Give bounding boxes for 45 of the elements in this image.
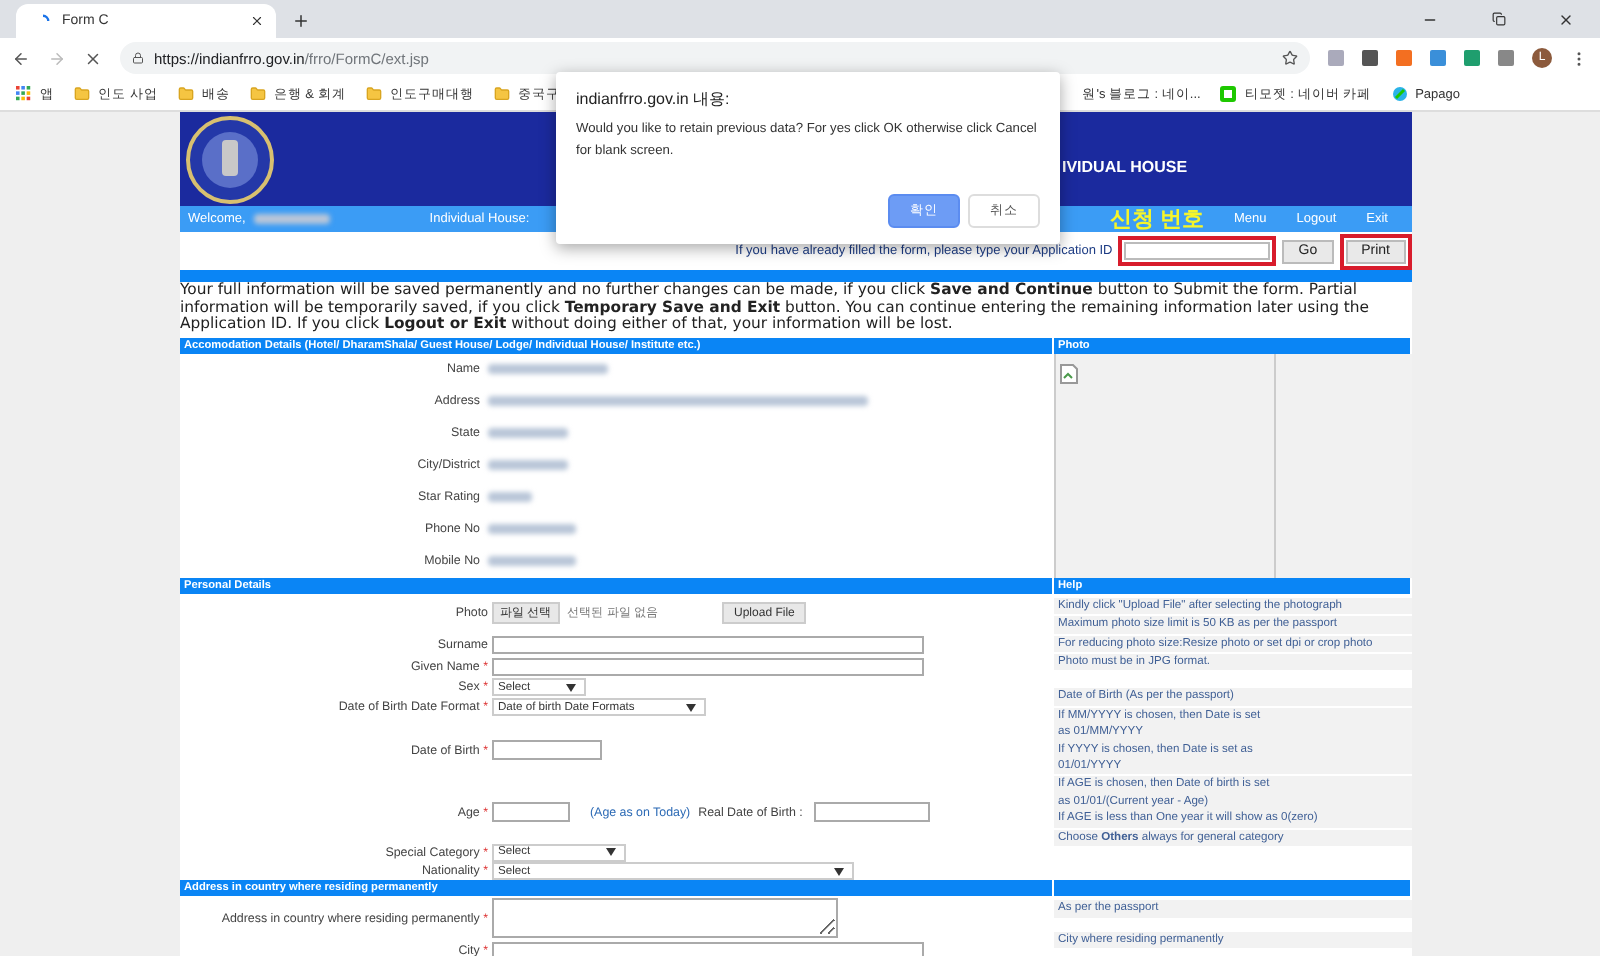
age-field[interactable] [492, 802, 570, 823]
date-field[interactable] [492, 740, 602, 761]
stop-icon[interactable] [84, 49, 102, 67]
close-icon[interactable] [250, 14, 264, 28]
star-icon[interactable] [1282, 50, 1298, 66]
emblem-icon [184, 113, 276, 205]
extension-icon[interactable] [1464, 50, 1480, 66]
close-icon[interactable] [1558, 11, 1574, 27]
folder-icon [249, 86, 266, 102]
restore-icon[interactable] [1491, 12, 1505, 26]
broken-image-icon [1060, 363, 1078, 384]
banner-title: IVIDUAL HOUSE [1062, 158, 1188, 176]
application-id-field[interactable] [1124, 242, 1271, 260]
dropdown-arrow-icon [566, 683, 576, 692]
address-field[interactable] [492, 898, 838, 939]
redacted-value [488, 364, 608, 375]
apps-grid-icon [16, 86, 32, 102]
extension-icon[interactable] [1362, 50, 1378, 66]
dropdown-arrow-icon [834, 867, 844, 876]
text-field[interactable] [492, 942, 924, 956]
lock-icon [132, 52, 144, 64]
dialog-title: indianfrro.gov.in 내용: [576, 88, 732, 110]
dropdown-arrow-icon [606, 848, 616, 857]
redacted-value [488, 492, 532, 503]
redacted-value [488, 524, 576, 535]
extension-icon[interactable] [1328, 50, 1344, 66]
redacted-value [488, 556, 576, 567]
folder-icon [177, 86, 194, 102]
text-field[interactable] [492, 635, 924, 654]
redacted-value [488, 460, 568, 471]
dropdown-arrow-icon [686, 703, 696, 712]
extension-icon[interactable] [1430, 50, 1446, 66]
extension-icon[interactable] [1396, 50, 1412, 66]
text-field[interactable] [492, 657, 924, 676]
real-date-field[interactable] [814, 802, 931, 823]
redacted-value [488, 428, 568, 439]
annotation-text: 신청 번호 [1109, 206, 1204, 234]
new-tab-icon[interactable] [292, 12, 310, 30]
folder-icon [365, 86, 382, 102]
folder-icon [493, 86, 510, 102]
extension-icon[interactable] [1498, 50, 1514, 66]
folder-icon [74, 86, 90, 102]
forward-icon[interactable] [48, 49, 66, 67]
redacted-value [253, 214, 330, 224]
back-icon[interactable] [12, 49, 30, 67]
